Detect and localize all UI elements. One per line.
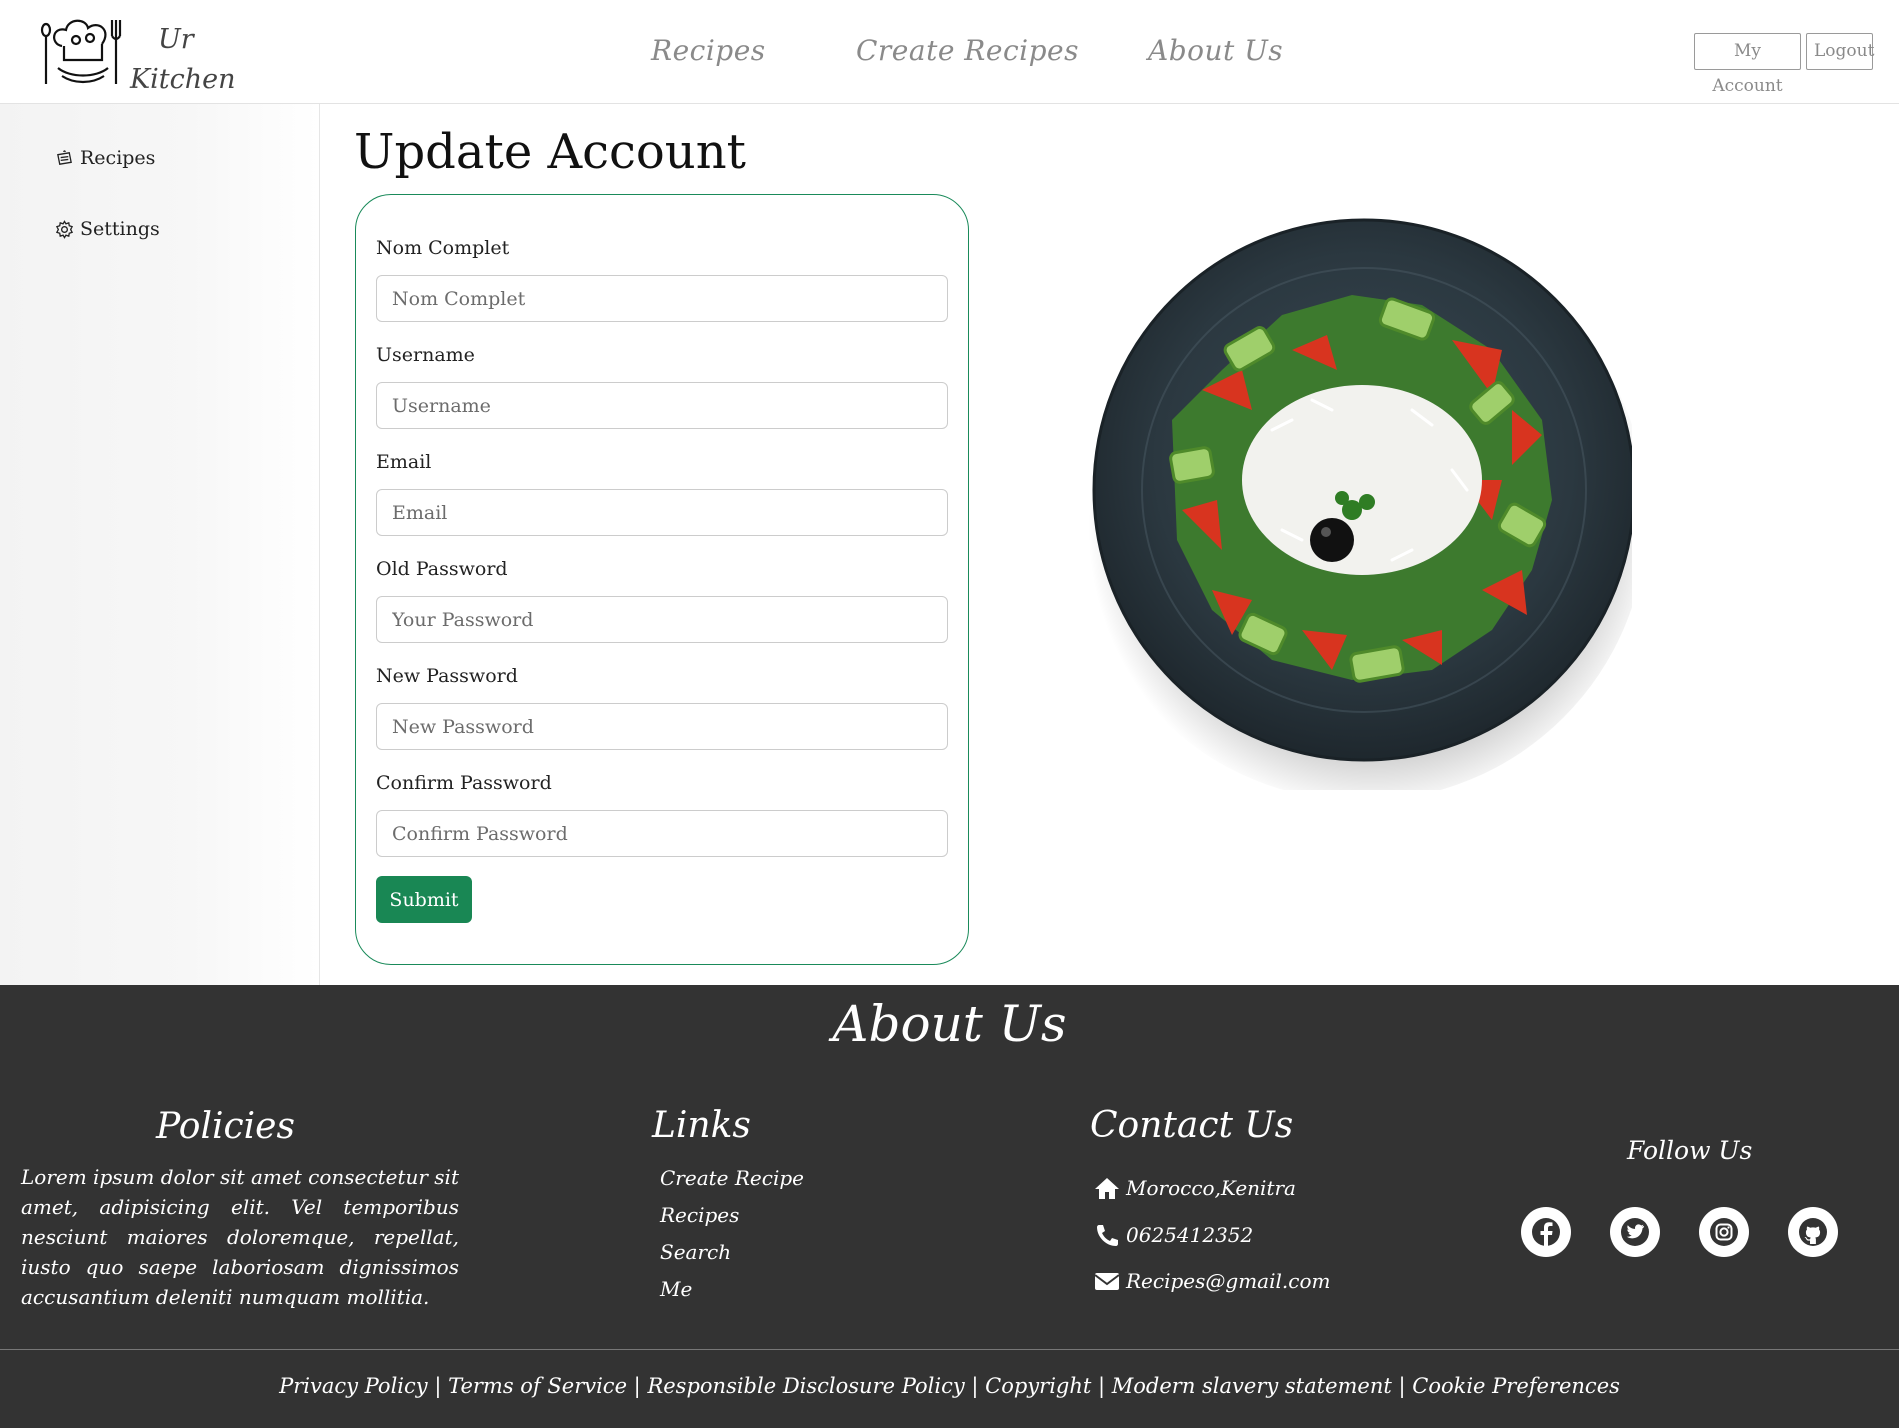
new-password-label: New Password — [376, 665, 518, 687]
footer-link-me[interactable]: Me — [660, 1277, 692, 1301]
twitter-link[interactable] — [1610, 1207, 1660, 1257]
phone-icon — [1097, 1225, 1118, 1246]
instagram-icon — [1710, 1218, 1738, 1246]
footer-link-recipes[interactable]: Recipes — [660, 1203, 739, 1227]
gear-icon — [55, 219, 74, 239]
nav-link-about-us[interactable]: About Us — [1148, 34, 1283, 67]
facebook-link[interactable] — [1521, 1207, 1571, 1257]
nav-link-create-recipes[interactable]: Create Recipes — [856, 34, 1079, 67]
logout-button[interactable]: Logout — [1806, 33, 1874, 70]
follow-heading: Follow Us — [1627, 1136, 1753, 1165]
brand-logo[interactable]: Ur Kitchen — [40, 14, 240, 95]
email-label: Email — [376, 451, 432, 473]
home-icon — [1095, 1178, 1119, 1199]
sidebar-item-recipes[interactable]: Recipes — [55, 147, 155, 169]
twitter-icon — [1621, 1218, 1649, 1246]
logo-text-line2: Kitchen — [130, 64, 236, 95]
sidebar-item-label: Settings — [80, 218, 160, 240]
sidebar: Recipes Settings — [0, 104, 320, 985]
salad-plate-image — [1077, 218, 1632, 790]
contact-address-text: Morocco,Kenitra — [1126, 1176, 1296, 1200]
submit-button[interactable]: Submit — [376, 876, 472, 923]
copyright-link[interactable]: Copyright — [985, 1374, 1091, 1398]
confirm-password-input[interactable] — [376, 810, 948, 857]
contact-email: Recipes@gmail.com — [1094, 1269, 1330, 1293]
top-navbar: Ur Kitchen Recipes Create Recipes About … — [0, 0, 1899, 104]
footer-bottom-links: Privacy Policy | Terms of Service | Resp… — [279, 1374, 1620, 1398]
footer-link-search[interactable]: Search — [660, 1240, 731, 1264]
sidebar-item-settings[interactable]: Settings — [55, 218, 160, 240]
privacy-policy-link[interactable]: Privacy Policy — [279, 1374, 428, 1398]
username-label: Username — [376, 344, 475, 366]
page-title: Update Account — [354, 124, 746, 180]
email-input[interactable] — [376, 489, 948, 536]
links-heading: Links — [652, 1105, 751, 1146]
modern-slavery-link[interactable]: Modern slavery statement — [1112, 1374, 1392, 1398]
old-password-label: Old Password — [376, 558, 508, 580]
sidebar-item-label: Recipes — [80, 147, 156, 169]
update-account-form: Nom Complet Username Email Old Password … — [355, 194, 969, 965]
policies-text: Lorem ipsum dolor sit amet consectetur s… — [21, 1165, 459, 1309]
new-password-input[interactable] — [376, 703, 948, 750]
my-account-button[interactable]: My Account — [1694, 33, 1801, 96]
full-name-input[interactable] — [376, 275, 948, 322]
recipe-book-icon — [57, 149, 72, 165]
terms-of-service-link[interactable]: Terms of Service — [448, 1374, 627, 1398]
contact-address: Morocco,Kenitra — [1094, 1176, 1296, 1200]
username-input[interactable] — [376, 382, 948, 429]
confirm-password-label: Confirm Password — [376, 772, 552, 794]
footer: About Us Policies Lorem ipsum dolor sit … — [0, 985, 1899, 1428]
facebook-icon — [1532, 1218, 1560, 1247]
github-link[interactable] — [1788, 1207, 1838, 1257]
cookie-preferences-link[interactable]: Cookie Preferences — [1412, 1374, 1620, 1398]
old-password-input[interactable] — [376, 596, 948, 643]
footer-title: About Us — [832, 995, 1067, 1053]
logo-text-line1: Ur — [158, 24, 194, 55]
footer-divider — [0, 1349, 1899, 1350]
chef-hat-utensils-icon — [40, 19, 122, 84]
footer-link-create-recipe[interactable]: Create Recipe — [660, 1166, 804, 1190]
envelope-icon — [1094, 1273, 1120, 1290]
contact-phone: 0625412352 — [1094, 1223, 1253, 1247]
nav-link-recipes[interactable]: Recipes — [651, 34, 766, 67]
contact-heading: Contact Us — [1090, 1105, 1294, 1146]
github-icon — [1799, 1218, 1827, 1246]
policies-heading: Policies — [156, 1106, 295, 1147]
full-name-label: Nom Complet — [376, 237, 510, 259]
contact-phone-text: 0625412352 — [1126, 1223, 1254, 1247]
instagram-link[interactable] — [1699, 1207, 1749, 1257]
responsible-disclosure-link[interactable]: Responsible Disclosure Policy — [647, 1374, 964, 1398]
contact-email-text: Recipes@gmail.com — [1126, 1269, 1331, 1293]
